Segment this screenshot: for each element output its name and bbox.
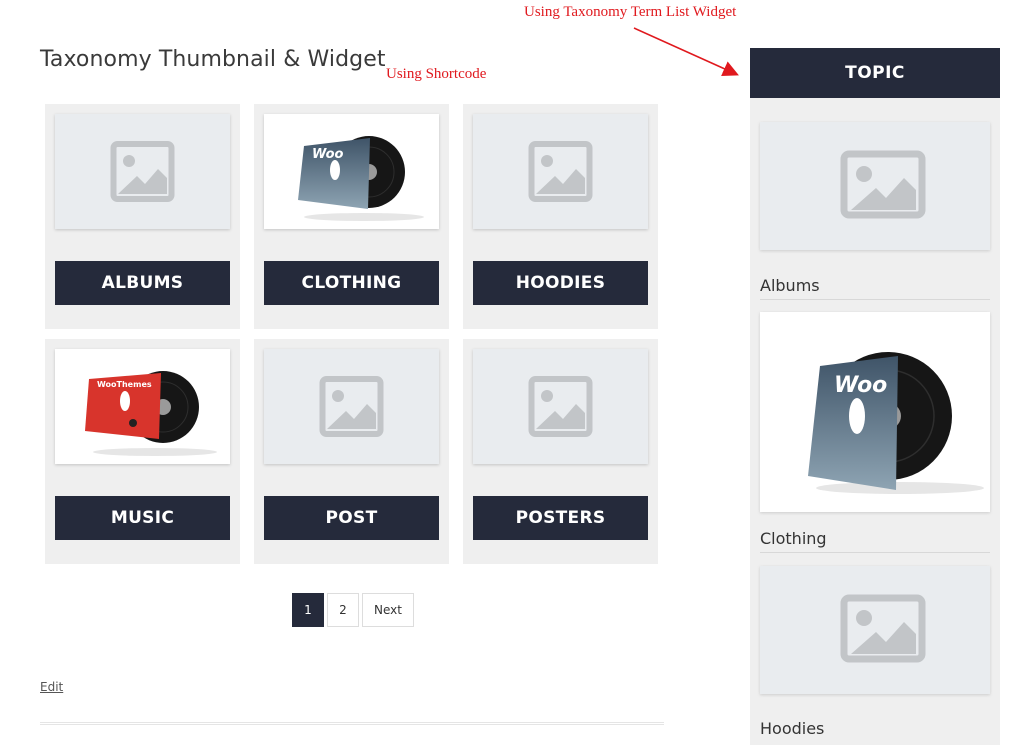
- shortcode-annotation: Using Shortcode: [386, 66, 487, 82]
- placeholder-image-icon: [55, 114, 230, 229]
- vinyl-record-woo-image[interactable]: Woo: [760, 312, 990, 512]
- edit-link[interactable]: Edit: [40, 680, 63, 694]
- term-card-post[interactable]: POST: [254, 339, 449, 564]
- page-1-button[interactable]: 1: [292, 593, 324, 627]
- placeholder-image-icon: [473, 349, 648, 464]
- term-card-posters[interactable]: POSTERS: [463, 339, 658, 564]
- album-cover-text: Woo: [312, 147, 344, 162]
- term-card-music[interactable]: WooThemes MUSIC: [45, 339, 240, 564]
- vinyl-record-woothemes-image: WooThemes: [55, 349, 230, 464]
- pagination: 1 2 Next: [292, 593, 414, 627]
- page-2-button[interactable]: 2: [327, 593, 359, 627]
- term-button-clothing[interactable]: CLOTHING: [264, 261, 439, 305]
- widget-term-clothing[interactable]: Clothing: [760, 529, 990, 553]
- term-grid: ALBUMS Woo CLOTHING HOODIES WooThemes MU…: [45, 104, 658, 564]
- term-card-albums[interactable]: ALBUMS: [45, 104, 240, 329]
- widget-title: TOPIC: [750, 48, 1000, 98]
- term-button-music[interactable]: MUSIC: [55, 496, 230, 540]
- term-button-post[interactable]: POST: [264, 496, 439, 540]
- term-button-hoodies[interactable]: HOODIES: [473, 261, 648, 305]
- widget-term-albums[interactable]: Albums: [760, 276, 990, 300]
- page-title: Taxonomy Thumbnail & Widget: [40, 47, 386, 72]
- topic-widget: TOPIC Albums Woo Clothing Hoodies: [750, 48, 1000, 745]
- album-cover-text: WooThemes: [97, 380, 152, 389]
- term-card-clothing[interactable]: Woo CLOTHING: [254, 104, 449, 329]
- widget-annotation: Using Taxonomy Term List Widget: [524, 4, 737, 20]
- vinyl-record-woo-image: Woo: [264, 114, 439, 229]
- term-button-albums[interactable]: ALBUMS: [55, 261, 230, 305]
- term-card-hoodies[interactable]: HOODIES: [463, 104, 658, 329]
- content-divider: [40, 722, 664, 725]
- placeholder-image-icon[interactable]: [760, 122, 990, 250]
- placeholder-image-icon: [473, 114, 648, 229]
- album-cover-text: Woo: [834, 373, 887, 398]
- term-button-posters[interactable]: POSTERS: [473, 496, 648, 540]
- next-page-button[interactable]: Next: [362, 593, 414, 627]
- widget-term-hoodies[interactable]: Hoodies: [760, 719, 990, 742]
- placeholder-image-icon: [264, 349, 439, 464]
- placeholder-image-icon[interactable]: [760, 566, 990, 694]
- annotation-arrow-icon: [633, 27, 739, 77]
